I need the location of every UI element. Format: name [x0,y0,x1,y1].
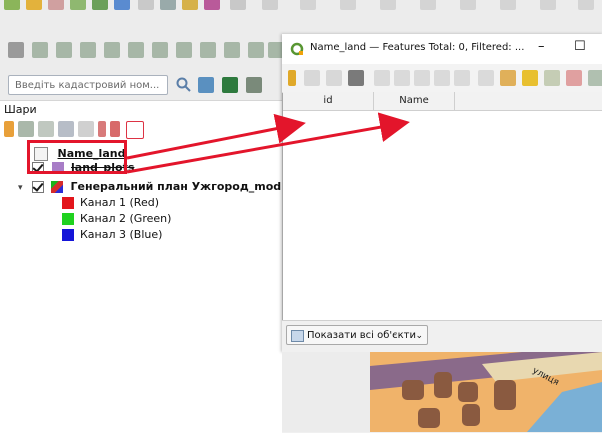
annotation-arrows [126,112,410,174]
annotation-arrow [126,113,306,160]
